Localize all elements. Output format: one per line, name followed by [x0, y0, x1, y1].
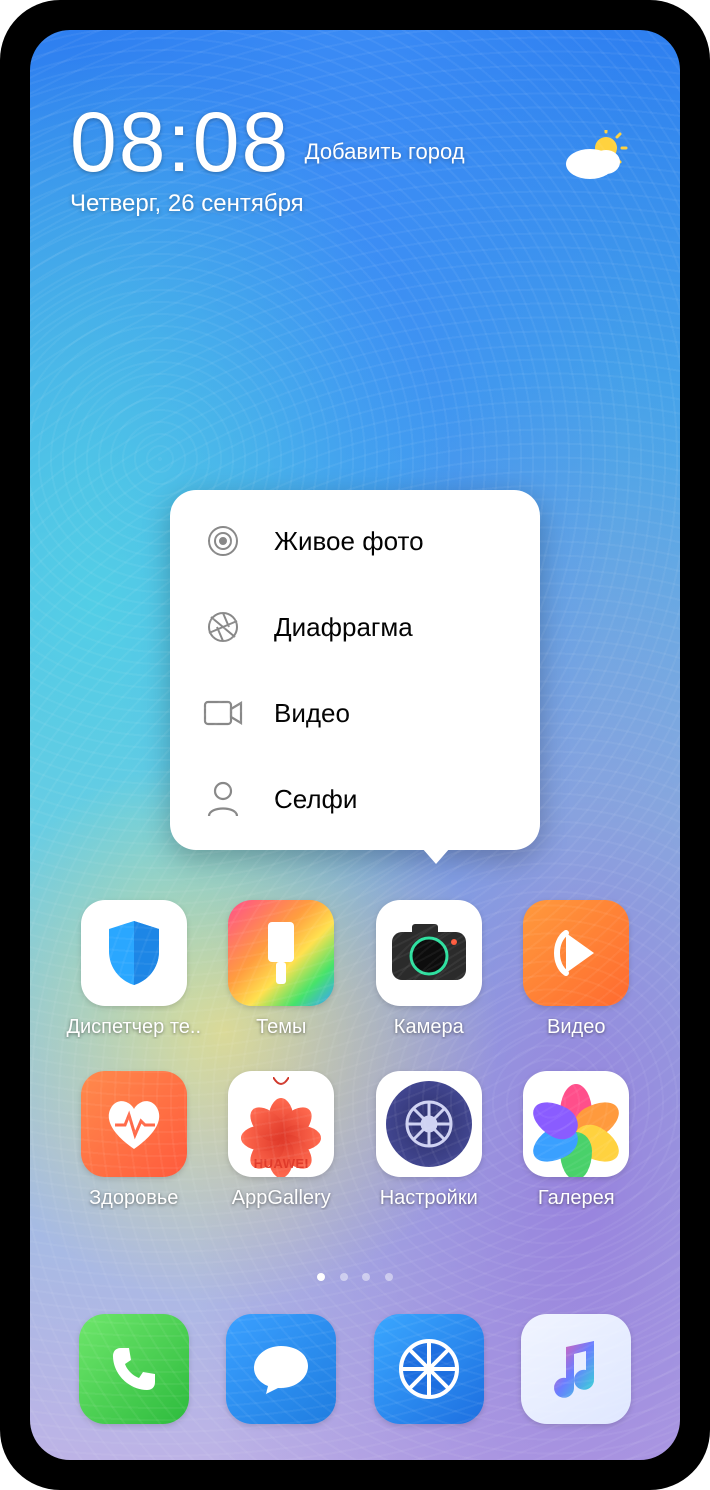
music-icon [521, 1314, 631, 1424]
app-label: Камера [355, 1016, 503, 1039]
heart-icon [81, 1071, 187, 1177]
browser-icon [374, 1314, 484, 1424]
themes-icon [228, 900, 334, 1006]
dock [30, 1314, 680, 1434]
message-icon [226, 1314, 336, 1424]
live-photo-icon [198, 516, 248, 566]
weather-icon [562, 130, 630, 182]
app-label: Здоровье [60, 1187, 208, 1210]
phone-icon [79, 1314, 189, 1424]
app-appgallery[interactable]: HUAWEI AppGallery [208, 1071, 356, 1210]
app-label: Галерея [503, 1187, 651, 1210]
app-themes[interactable]: Темы [208, 900, 356, 1039]
app-label: Настройки [355, 1187, 503, 1210]
weather-widget[interactable] [562, 130, 630, 187]
menu-item-label: Селфи [274, 784, 357, 815]
home-screen[interactable]: 08:08 Добавить город Четверг, 26 сентябр… [30, 30, 680, 1460]
app-settings[interactable]: Настройки [355, 1071, 503, 1210]
app-phone-manager[interactable]: Диспетчер те.. [60, 900, 208, 1039]
page-dot [317, 1273, 325, 1281]
app-label: AppGallery [208, 1187, 356, 1210]
app-label: Темы [208, 1016, 356, 1039]
huawei-icon: HUAWEI [228, 1071, 334, 1177]
clock-date: Четверг, 26 сентября [70, 190, 465, 218]
app-health[interactable]: Здоровье [60, 1071, 208, 1210]
app-camera[interactable]: Камера [355, 900, 503, 1039]
menu-item-live-photo[interactable]: Живое фото [170, 498, 540, 584]
video-icon [198, 688, 248, 738]
menu-item-video[interactable]: Видео [170, 670, 540, 756]
dock-app-phone[interactable] [79, 1314, 189, 1434]
app-grid: Диспетчер те.. Темы Камера Видео [30, 900, 680, 1210]
clock-widget[interactable]: 08:08 Добавить город Четверг, 26 сентябр… [70, 100, 465, 218]
phone-frame: 08:08 Добавить город Четверг, 26 сентябр… [0, 0, 710, 1490]
page-dot [385, 1273, 393, 1281]
shield-icon [81, 900, 187, 1006]
page-indicator [30, 1268, 680, 1286]
selfie-icon [198, 774, 248, 824]
gear-icon [376, 1071, 482, 1177]
dock-app-messages[interactable] [226, 1314, 336, 1434]
camera-icon [376, 900, 482, 1006]
play-icon [523, 900, 629, 1006]
app-gallery[interactable]: Галерея [503, 1071, 651, 1210]
page-dot [340, 1273, 348, 1281]
app-label: Видео [503, 1016, 651, 1039]
app-label: Диспетчер те.. [60, 1016, 208, 1039]
menu-item-selfie[interactable]: Селфи [170, 756, 540, 842]
dock-app-browser[interactable] [374, 1314, 484, 1434]
app-video[interactable]: Видео [503, 900, 651, 1039]
gallery-icon [523, 1071, 629, 1177]
menu-item-label: Видео [274, 698, 350, 729]
aperture-icon [198, 602, 248, 652]
menu-item-label: Живое фото [274, 526, 424, 557]
page-dot [362, 1273, 370, 1281]
menu-item-aperture[interactable]: Диафрагма [170, 584, 540, 670]
menu-item-label: Диафрагма [274, 612, 413, 643]
dock-app-music[interactable] [521, 1314, 631, 1434]
camera-context-menu: Живое фото Диафрагма Видео [170, 490, 540, 850]
clock-time: 08:08 [70, 100, 290, 184]
add-city-link[interactable]: Добавить город [305, 139, 465, 165]
huawei-brand-text: HUAWEI [228, 1156, 334, 1171]
